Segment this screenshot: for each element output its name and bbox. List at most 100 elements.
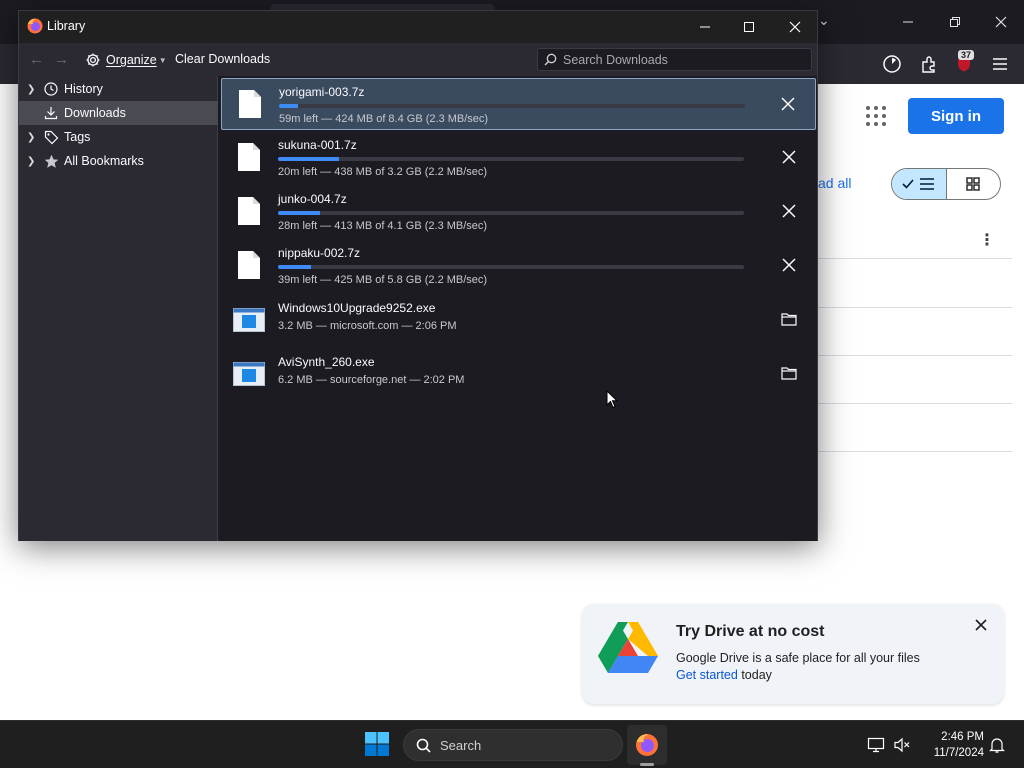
chevron-right-icon[interactable]: ❯ xyxy=(27,132,39,143)
more-options-icon[interactable]: ⋮ xyxy=(979,230,995,250)
close-icon xyxy=(781,97,795,111)
download-filename: yorigami-003.7z xyxy=(279,85,365,99)
cancel-download-button[interactable] xyxy=(778,254,800,276)
list-divider xyxy=(818,258,1012,259)
sidebar-item-label: Tags xyxy=(64,130,91,144)
file-icon xyxy=(238,89,262,122)
notification-bell-icon[interactable] xyxy=(987,735,1007,755)
taskbar-firefox-button[interactable] xyxy=(627,725,667,765)
chevron-right-icon[interactable]: ❯ xyxy=(27,156,39,167)
download-status: 3.2 MB — microsoft.com — 2:06 PM xyxy=(278,320,457,332)
grid-view-button[interactable] xyxy=(947,169,1001,199)
firefox-logo-icon xyxy=(27,18,43,37)
list-divider xyxy=(818,451,1012,452)
check-list-icon xyxy=(902,178,934,190)
volume-muted-icon[interactable] xyxy=(892,735,912,755)
chevron-right-icon[interactable]: ❯ xyxy=(27,84,39,95)
download-progress-bar xyxy=(279,104,745,108)
executable-icon xyxy=(233,308,265,335)
organize-button[interactable]: Organize ▼ xyxy=(85,50,167,70)
minimize-icon xyxy=(700,26,710,28)
cancel-download-button[interactable] xyxy=(778,146,800,168)
sign-in-button[interactable]: Sign in xyxy=(908,98,1004,134)
chevron-down-icon: ▼ xyxy=(158,55,167,65)
search-downloads-input[interactable] xyxy=(563,52,793,67)
extensions-icon[interactable] xyxy=(917,52,941,76)
active-app-indicator xyxy=(640,763,654,766)
cancel-download-button[interactable] xyxy=(777,93,799,115)
extension-badge: 37 xyxy=(958,50,975,60)
sidebar-item-label: Downloads xyxy=(64,106,126,120)
sidebar-item-tags[interactable]: ❯ Tags xyxy=(19,125,218,149)
close-icon xyxy=(782,204,796,218)
show-in-folder-button[interactable] xyxy=(778,362,800,384)
organize-label: Organize xyxy=(106,53,157,67)
taskbar-search-input[interactable] xyxy=(440,737,610,753)
search-downloads-box[interactable] xyxy=(537,48,812,71)
close-icon xyxy=(782,150,796,164)
download-item[interactable]: yorigami-003.7z 59m left — 424 MB of 8.4… xyxy=(221,78,816,130)
download-filename: Windows10Upgrade9252.exe xyxy=(278,301,436,315)
tab-list-chevron-icon[interactable]: ⌄ xyxy=(818,12,830,29)
download-item[interactable]: junko-004.7z 28m left — 413 MB of 4.1 GB… xyxy=(221,186,816,238)
list-view-button[interactable] xyxy=(892,169,947,199)
cancel-download-button[interactable] xyxy=(778,200,800,222)
promo-title: Try Drive at no cost xyxy=(676,623,825,640)
download-status: 28m left — 413 MB of 4.1 GB (2.3 MB/sec) xyxy=(278,220,488,232)
browser-restore-button[interactable] xyxy=(940,10,970,34)
close-icon xyxy=(782,258,796,272)
firefox-icon xyxy=(636,734,658,756)
download-item[interactable]: AviSynth_260.exe 6.2 MB — sourceforge.ne… xyxy=(221,348,816,400)
browser-close-button[interactable] xyxy=(986,10,1016,34)
sidebar-item-history[interactable]: ❯ History xyxy=(19,77,218,101)
restore-icon xyxy=(950,17,960,27)
google-apps-icon[interactable] xyxy=(866,106,886,126)
maximize-icon xyxy=(744,22,754,32)
mouse-cursor-icon xyxy=(606,389,619,412)
hamburger-menu-icon[interactable] xyxy=(988,52,1012,76)
library-maximize-button[interactable] xyxy=(729,15,769,39)
get-started-link[interactable]: Get started xyxy=(676,668,738,682)
download-progress-bar xyxy=(278,265,744,269)
list-divider xyxy=(818,403,1012,404)
promo-close-button[interactable] xyxy=(972,616,990,634)
library-titlebar[interactable]: Library xyxy=(19,11,817,43)
display-icon[interactable] xyxy=(866,735,886,755)
windows-start-icon[interactable] xyxy=(364,731,392,759)
system-clock[interactable]: 2:46 PM 11/7/2024 xyxy=(920,729,984,761)
back-arrow-icon[interactable]: ← xyxy=(29,51,44,68)
browser-minimize-button[interactable] xyxy=(893,10,923,34)
list-divider xyxy=(818,355,1012,356)
download-item[interactable]: nippaku-002.7z 39m left — 425 MB of 5.8 … xyxy=(221,240,816,292)
library-sidebar: ❯ History Downloads ❯ Tags ❯ All Bookmar… xyxy=(19,76,218,541)
windows-taskbar: 2:46 PM 11/7/2024 xyxy=(0,720,1024,768)
download-filename: nippaku-002.7z xyxy=(278,246,361,260)
star-icon xyxy=(43,153,59,169)
sidebar-item-downloads[interactable]: Downloads xyxy=(19,101,218,125)
download-item[interactable]: Windows10Upgrade9252.exe 3.2 MB — micros… xyxy=(221,294,816,346)
timer-icon[interactable] xyxy=(880,52,904,76)
file-icon xyxy=(237,196,261,229)
view-toggle xyxy=(891,168,1001,200)
show-in-folder-button[interactable] xyxy=(778,308,800,330)
clear-downloads-button[interactable]: Clear Downloads xyxy=(175,52,270,66)
download-icon xyxy=(43,105,59,121)
promo-cta-suffix: today xyxy=(737,668,772,682)
download-item[interactable]: sukuna-001.7z 20m left — 438 MB of 3.2 G… xyxy=(221,132,816,184)
list-divider xyxy=(818,307,1012,308)
library-close-button[interactable] xyxy=(775,15,815,39)
minimize-icon xyxy=(903,21,913,23)
file-icon xyxy=(237,142,261,175)
forward-arrow-icon[interactable]: → xyxy=(54,51,69,68)
folder-icon xyxy=(781,367,797,380)
sidebar-item-all-bookmarks[interactable]: ❯ All Bookmarks xyxy=(19,149,218,173)
clock-time: 2:46 PM xyxy=(941,731,984,743)
read-all-link[interactable]: ad all xyxy=(818,175,851,191)
executable-icon xyxy=(233,362,265,389)
library-minimize-button[interactable] xyxy=(685,15,725,39)
download-status: 39m left — 425 MB of 5.8 GB (2.2 MB/sec) xyxy=(278,274,488,286)
gear-icon xyxy=(86,53,100,67)
taskbar-search-box[interactable] xyxy=(403,729,623,761)
library-toolbar: ← → Organize ▼ Clear Downloads xyxy=(19,43,817,76)
file-icon xyxy=(237,250,261,283)
